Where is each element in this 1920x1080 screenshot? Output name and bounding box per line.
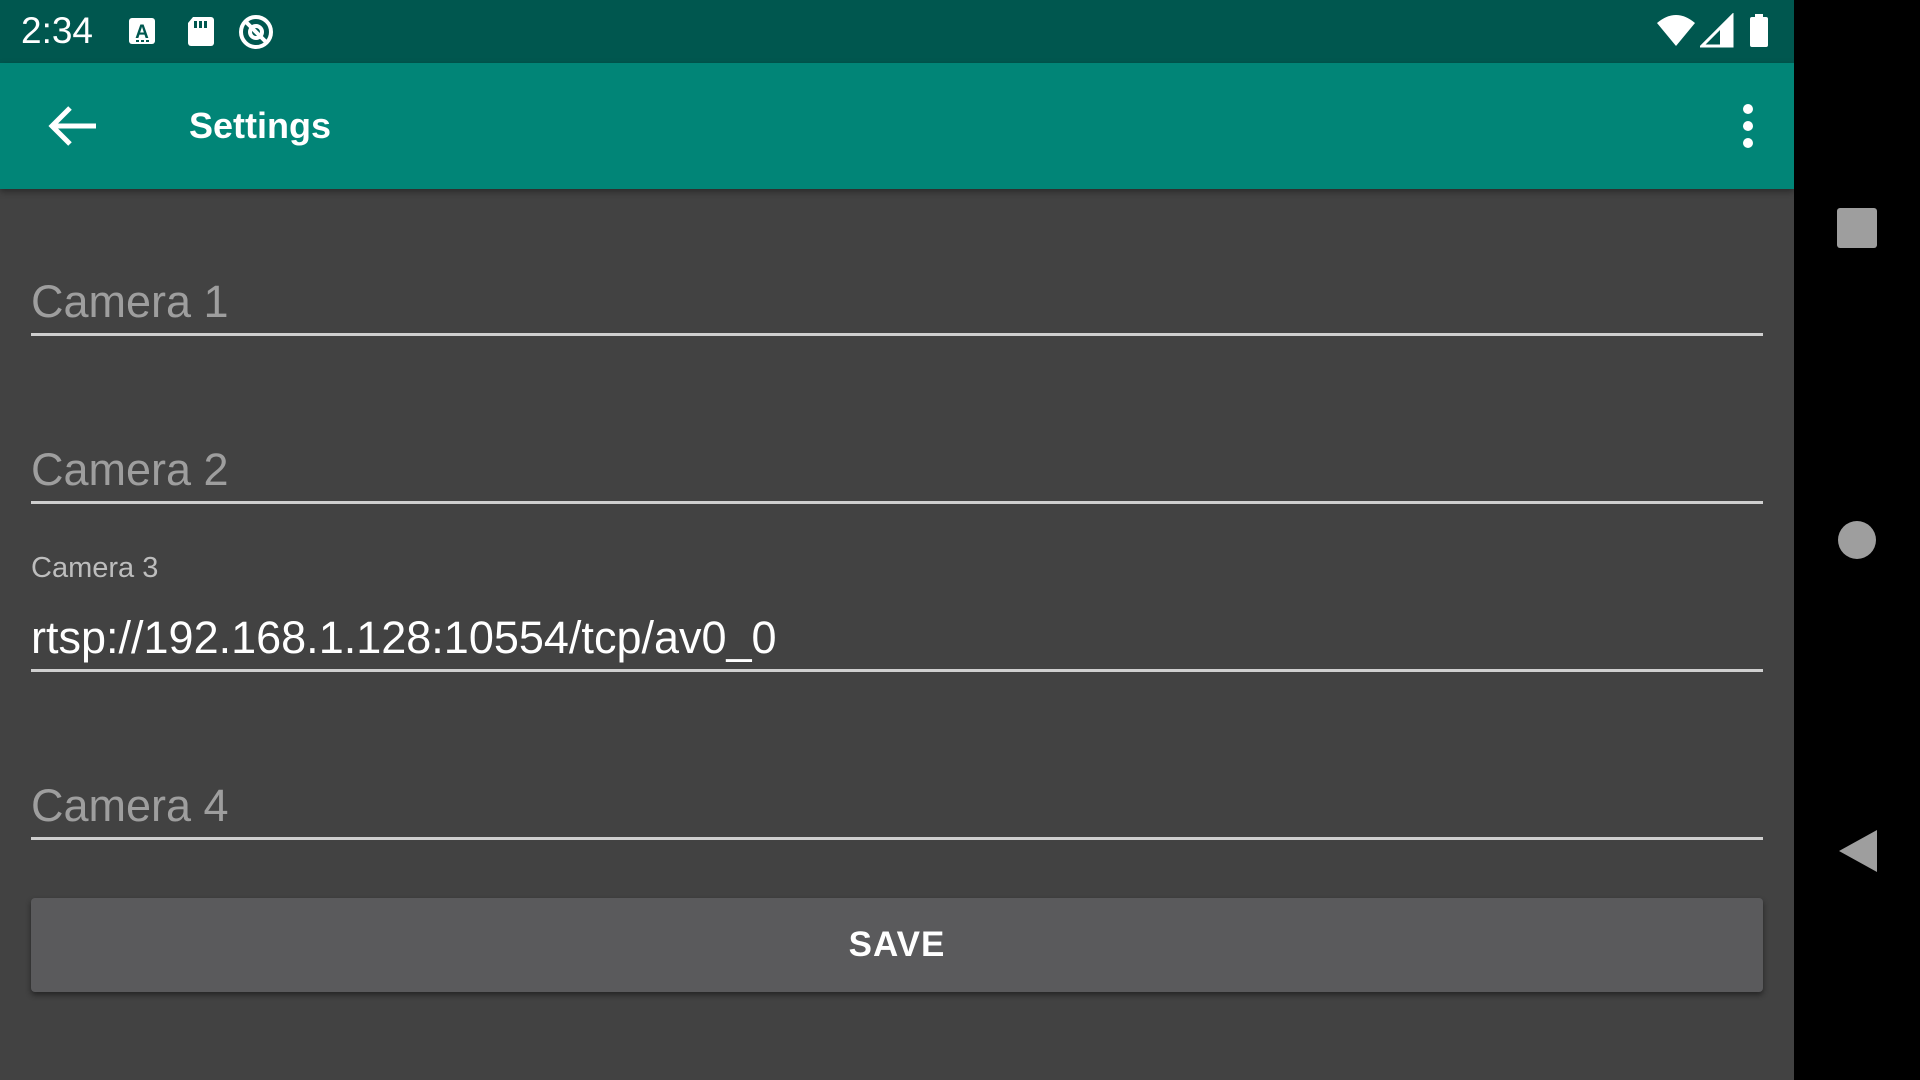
camera4-input[interactable]: [31, 776, 1763, 836]
status-time: 2:34: [21, 10, 94, 51]
battery-icon: [1748, 13, 1784, 49]
keyboard-a-icon: A: [126, 13, 162, 49]
camera3-field: Camera 3: [31, 550, 1763, 672]
camera4-field: [31, 730, 1763, 840]
recents-square-icon: [1837, 208, 1877, 248]
camera3-underline: [31, 669, 1763, 672]
back-button[interactable]: [34, 95, 114, 157]
camera1-underline: [31, 333, 1763, 336]
back-triangle-icon: [1839, 830, 1877, 872]
app-bar: Settings: [0, 63, 1794, 189]
camera2-field: [31, 394, 1763, 504]
arrow-back-icon: [48, 106, 96, 146]
status-bar: 2:34 A: [0, 0, 1794, 63]
sd-card-icon: [183, 13, 219, 49]
navigation-bar: [1794, 0, 1920, 1080]
nav-back-button[interactable]: [1817, 811, 1897, 891]
more-vert-icon: [1743, 104, 1753, 148]
signal-icon: [1698, 12, 1736, 49]
overflow-menu-button[interactable]: [1718, 95, 1778, 157]
app-screen: 2:34 A Settings Camera 1 Camera 2 Camera…: [0, 0, 1794, 1080]
home-circle-icon: [1838, 521, 1876, 559]
recents-button[interactable]: [1817, 188, 1897, 268]
camera1-field: [31, 226, 1763, 336]
page-title: Settings: [189, 105, 332, 146]
camera3-input[interactable]: [31, 608, 1763, 668]
camera1-input[interactable]: [31, 272, 1763, 332]
blocked-at-icon: [237, 13, 273, 49]
camera2-underline: [31, 501, 1763, 504]
camera4-underline: [31, 837, 1763, 840]
svg-text:A: A: [135, 22, 149, 43]
wifi-icon: [1656, 13, 1695, 49]
save-button[interactable]: SAVE: [31, 898, 1763, 992]
home-button[interactable]: [1817, 500, 1897, 580]
camera3-label: Camera 3: [31, 552, 159, 584]
camera2-input[interactable]: [31, 440, 1763, 500]
